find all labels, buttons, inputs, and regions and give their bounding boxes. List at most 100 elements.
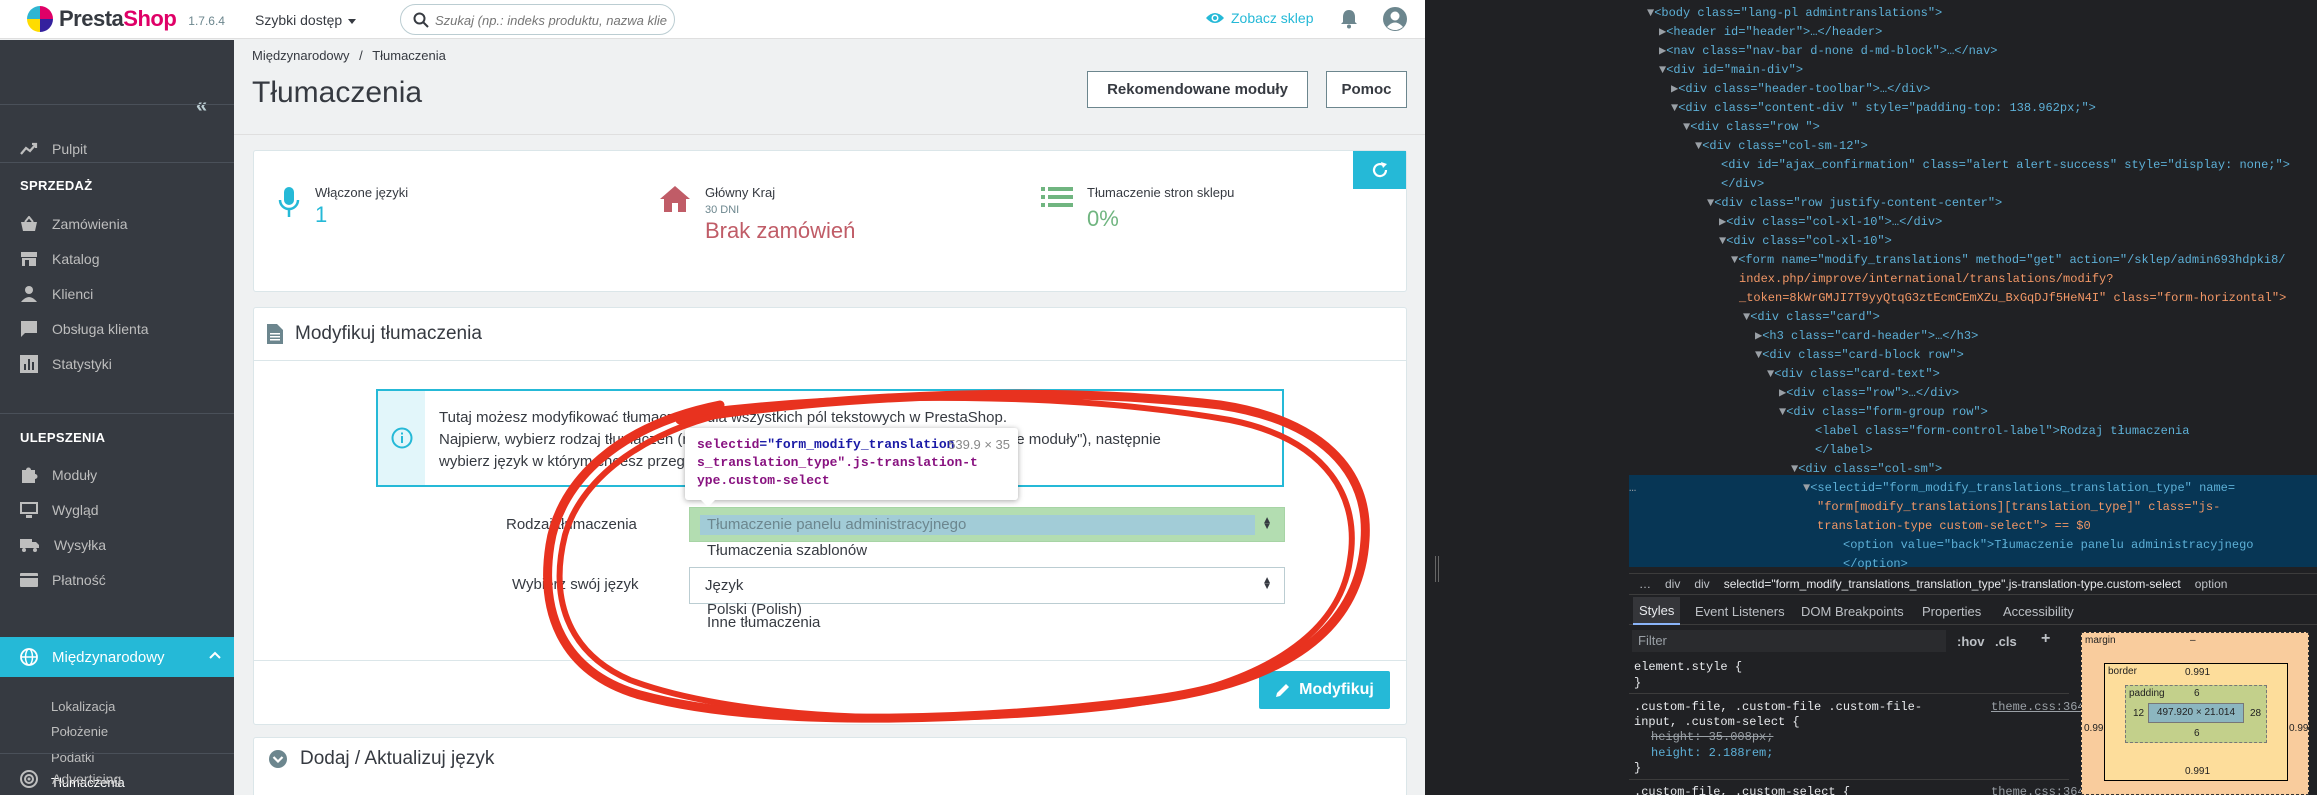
- translation-type-option[interactable]: Tłumaczenia szablonów: [707, 542, 867, 559]
- hover-state-button[interactable]: :hov: [1957, 634, 1984, 649]
- sidebar-item-catalog[interactable]: Katalog: [20, 248, 99, 270]
- dom-line[interactable]: ▶<div class="header-toolbar">…</div>: [1671, 80, 1930, 98]
- sidebar-subitem-locations[interactable]: Położenie: [51, 724, 108, 739]
- dom-line[interactable]: ▼<div class="card">: [1743, 308, 1880, 326]
- sidebar-item-customers[interactable]: Klienci: [20, 283, 93, 305]
- card-title: Dodaj / Aktualizuj język: [300, 748, 495, 769]
- dom-crumb[interactable]: div: [1665, 577, 1680, 591]
- sidebar-item-design[interactable]: Wygląd: [20, 499, 99, 521]
- sidebar-item-advertising[interactable]: Advertising: [20, 768, 121, 790]
- css-divider: [1629, 693, 2069, 694]
- css-selector[interactable]: .custom-file, .custom-select {: [1634, 785, 1850, 795]
- divider: [0, 413, 234, 414]
- dom-line[interactable]: ▼<body class="lang-pl admintranslations"…: [1647, 4, 1942, 22]
- translation-type-select[interactable]: Tłumaczenie panelu administracyjnego ▲ ▼: [689, 507, 1285, 542]
- search-input[interactable]: [435, 11, 667, 29]
- sidebar-item-shipping[interactable]: Wysyłka: [20, 534, 106, 556]
- search-box[interactable]: [400, 4, 675, 35]
- dom-line[interactable]: </div>: [1721, 175, 1764, 193]
- sidebar-item-dashboard[interactable]: Pulpit: [20, 138, 87, 160]
- admin-app: PrestaShop 1.7.6.4 Szybki dostęp Zobacz …: [0, 0, 1425, 795]
- dom-line[interactable]: ▼<div class="col-sm">: [1791, 460, 1942, 478]
- logo[interactable]: PrestaShop 1.7.6.4: [27, 6, 225, 32]
- language-select[interactable]: Język ▲ ▼: [689, 567, 1285, 604]
- tab-event-listeners[interactable]: Event Listeners: [1695, 604, 1785, 619]
- dom-line[interactable]: <div id="ajax_confirmation" class="alert…: [1721, 156, 2290, 174]
- dom-line[interactable]: </option>: [1843, 555, 1908, 573]
- user-avatar-icon[interactable]: [1382, 6, 1408, 32]
- chat-icon: [21, 321, 37, 337]
- home-icon: [660, 186, 690, 212]
- view-shop-link[interactable]: Zobacz sklep: [1205, 10, 1313, 26]
- tab-properties[interactable]: Properties: [1922, 604, 1981, 619]
- dom-line: _token=8kWrGMJI7T9yyQtqG3ztEcmCEmXZu_BxG…: [1739, 291, 2287, 305]
- sidebar-item-modules[interactable]: Moduły: [20, 464, 97, 486]
- styles-filter-input[interactable]: Filter: [1632, 630, 1946, 652]
- dom-crumb-selected[interactable]: selectid="form_modify_translations_trans…: [1724, 577, 2181, 591]
- add-language-header[interactable]: Dodaj / Aktualizuj język: [268, 748, 494, 770]
- sidebar-item-label: Klienci: [52, 286, 94, 302]
- sidebar-item-international[interactable]: Międzynarodowy: [0, 637, 234, 677]
- kpi-main-country: Główny Kraj 30 DNI Brak zamówień: [659, 185, 855, 244]
- dom-line-selected[interactable]: ▼<selectid="form_modify_translations_tra…: [1803, 479, 2235, 497]
- dom-line[interactable]: <label class="form-control-label">Rodzaj…: [1815, 422, 2189, 440]
- dom-line[interactable]: ▼<div id="main-div">: [1659, 61, 1803, 79]
- dom-line[interactable]: ▼<div class="col-sm-12">: [1695, 137, 1868, 155]
- dom-line[interactable]: ▶<div class="col-xl-10">…</div>: [1719, 213, 1942, 231]
- inspector-tooltip: selectid="form_modify_translation s_tran…: [685, 428, 1018, 507]
- dom-line[interactable]: ▼<div class="card-block row">: [1755, 346, 1964, 364]
- dom-line[interactable]: ▼<div class="row justify-content-center"…: [1707, 194, 2002, 212]
- tab-styles[interactable]: Styles: [1633, 597, 1681, 625]
- recommended-modules-button[interactable]: Rekomendowane moduły: [1087, 71, 1308, 108]
- sidebar-section-title: ULEPSZENIA: [20, 430, 106, 445]
- devtools-splitter[interactable]: [1425, 0, 1629, 795]
- dom-line-ellipsis[interactable]: …: [1629, 479, 1636, 497]
- dom-crumb[interactable]: option: [2195, 577, 2228, 591]
- new-rule-button[interactable]: +: [2041, 630, 2050, 648]
- sidebar-subitem-localization[interactable]: Lokalizacja: [51, 699, 115, 714]
- dom-line[interactable]: ▶<h3 class="card-header">…</h3>: [1755, 327, 1978, 345]
- sidebar-item-orders[interactable]: Zamówienia: [20, 213, 127, 235]
- dom-line[interactable]: ▼<form name="modify_translations" method…: [1731, 251, 2286, 269]
- collapse-sidebar-icon[interactable]: «: [196, 95, 207, 118]
- dom-line[interactable]: ▼<div class="content-div " style="paddin…: [1671, 99, 2096, 117]
- css-selector[interactable]: input, .custom-select {: [1634, 715, 1800, 730]
- tooltip-line-3: ype.custom-select: [697, 473, 830, 488]
- box-model-content: 497.920 × 21.014: [2148, 703, 2244, 723]
- dom-line[interactable]: ▶<header id="header">…</header>: [1659, 23, 1882, 41]
- refresh-button[interactable]: [1353, 151, 1406, 189]
- css-rule[interactable]: element.style {: [1634, 660, 1742, 675]
- dom-line[interactable]: ▶<nav class="nav-bar d-none d-md-block">…: [1659, 42, 1998, 60]
- dom-line[interactable]: </label>: [1815, 441, 1873, 459]
- css-property-overridden[interactable]: height: 35.008px;: [1651, 730, 1773, 745]
- css-source-link[interactable]: theme.css:364: [1991, 785, 2085, 795]
- sidebar-item-label: Zamówienia: [52, 216, 128, 232]
- modify-button[interactable]: Modyfikuj: [1259, 671, 1390, 709]
- breadcrumb-parent[interactable]: Międzynarodowy: [252, 48, 350, 63]
- quick-access-dropdown[interactable]: Szybki dostęp: [255, 12, 356, 28]
- css-property[interactable]: height: 2.188rem;: [1651, 746, 1773, 761]
- bell-icon[interactable]: [1340, 9, 1358, 29]
- sidebar-item-payment[interactable]: Płatność: [20, 569, 106, 591]
- dom-line[interactable]: ▼<div class="row ">: [1683, 118, 1820, 136]
- drag-handle-icon[interactable]: [1435, 556, 1439, 582]
- css-source-link[interactable]: theme.css:364: [1991, 700, 2085, 715]
- refresh-icon: [1372, 162, 1387, 178]
- dom-line[interactable]: ▶<div class="row">…</div>: [1779, 384, 1959, 402]
- dom-line[interactable]: ▼<div class="col-xl-10">: [1719, 232, 1892, 250]
- help-button[interactable]: Pomoc: [1326, 71, 1407, 108]
- class-toggle-button[interactable]: .cls: [1995, 634, 2017, 649]
- dom-line[interactable]: <option value="back">Tłumaczenie panelu …: [1843, 536, 2253, 554]
- sidebar-item-stats[interactable]: Statystyki: [20, 353, 112, 375]
- other-translations-option[interactable]: Inne tłumaczenia: [707, 614, 820, 631]
- dom-crumb[interactable]: …: [1639, 577, 1651, 591]
- dom-crumb[interactable]: div: [1694, 577, 1709, 591]
- card-title: Modyfikuj tłumaczenia: [295, 322, 482, 344]
- css-selector[interactable]: .custom-file, .custom-file .custom-file-: [1634, 700, 1922, 715]
- tooltip-tag: selectid: [697, 437, 760, 452]
- tab-dom-breakpoints[interactable]: DOM Breakpoints: [1801, 604, 1904, 619]
- dom-line[interactable]: ▼<div class="card-text">: [1767, 365, 1940, 383]
- tab-accessibility[interactable]: Accessibility: [2003, 604, 2074, 619]
- sidebar-item-customer-service[interactable]: Obsługa klienta: [20, 318, 149, 340]
- dom-line[interactable]: ▼<div class="form-group row">: [1779, 403, 1988, 421]
